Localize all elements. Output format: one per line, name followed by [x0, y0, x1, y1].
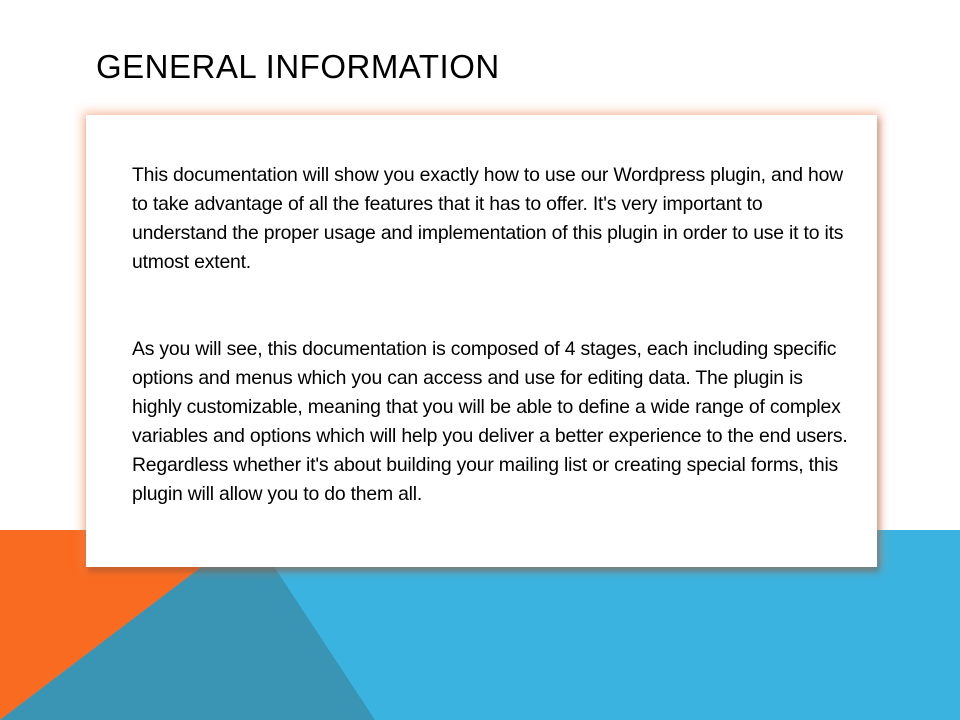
stages-paragraph: As you will see, this documentation is c… — [132, 338, 848, 505]
slide-title: General Information — [96, 48, 500, 85]
intro-paragraph: This documentation will show you exactly… — [132, 164, 844, 273]
content-box: This documentation will show you exactly… — [86, 115, 877, 567]
slide: General Information This documentation w… — [0, 0, 960, 720]
